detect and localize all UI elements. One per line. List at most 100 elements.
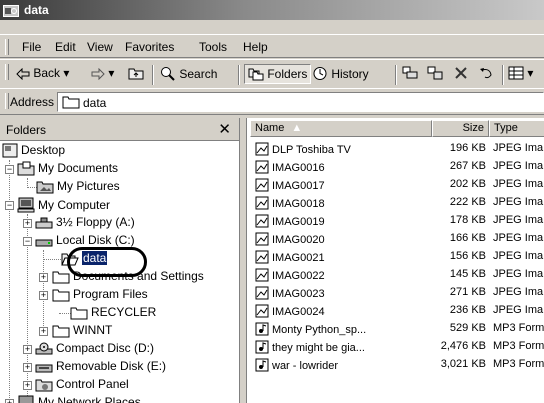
history-label: History xyxy=(331,67,369,81)
menu-tools[interactable]: Tools xyxy=(199,40,227,54)
image-file-icon xyxy=(255,286,272,300)
file-size: 267 KB xyxy=(449,160,486,172)
views-button[interactable]: ▾ xyxy=(508,66,533,84)
toolbar-grip[interactable] xyxy=(5,64,9,80)
network-places-icon xyxy=(17,395,38,403)
forward-button[interactable]: ▾ xyxy=(91,66,114,84)
file-size: 222 KB xyxy=(449,196,486,208)
folders-icon xyxy=(248,67,264,81)
tree-label: My Network Places xyxy=(38,395,141,403)
tree-label: Control Panel xyxy=(56,377,129,391)
expand-toggle[interactable]: + xyxy=(39,327,48,336)
menu-view[interactable]: View xyxy=(87,40,113,54)
expand-toggle[interactable]: + xyxy=(23,363,32,372)
collapse-toggle[interactable]: − xyxy=(5,201,14,210)
file-row[interactable]: IMAG0022 145 KB JPEG Ima xyxy=(247,266,544,284)
back-button[interactable]: Back ▾ xyxy=(16,66,69,84)
tree-item-my-computer[interactable]: My Computer xyxy=(17,197,110,215)
image-file-icon xyxy=(255,232,272,246)
tree-item-recycler[interactable]: RECYCLER xyxy=(70,305,156,323)
address-bar: Address data xyxy=(0,88,544,115)
search-button[interactable]: Search xyxy=(160,66,217,84)
expand-toggle[interactable]: + xyxy=(39,273,48,282)
close-pane-icon[interactable]: ✕ xyxy=(218,120,231,138)
file-row[interactable]: IMAG0020 166 KB JPEG Ima xyxy=(247,230,544,248)
menubar-grip[interactable] xyxy=(5,39,9,55)
tree-item-removable-disk[interactable]: Removable Disk (E:) xyxy=(35,359,166,377)
folders-pane[interactable]: Folders ✕ Desktop − My Documents My Pict… xyxy=(0,118,240,403)
expand-toggle[interactable]: + xyxy=(39,291,48,300)
file-row[interactable]: IMAG0017 202 KB JPEG Ima xyxy=(247,176,544,194)
file-row[interactable]: IMAG0023 271 KB JPEG Ima xyxy=(247,284,544,302)
removable-drive-icon xyxy=(35,359,56,373)
tree-item-program-files[interactable]: Program Files xyxy=(52,287,148,305)
folders-button[interactable]: Folders xyxy=(244,64,312,84)
file-type: JPEG Ima xyxy=(493,286,544,298)
up-folder-button[interactable] xyxy=(128,66,144,84)
expand-toggle[interactable]: + xyxy=(23,219,32,228)
tree-label: Program Files xyxy=(73,287,148,301)
tree-item-winnt[interactable]: WINNT xyxy=(52,323,112,341)
file-name: war - lowrider xyxy=(255,358,338,372)
file-row[interactable]: IMAG0021 156 KB JPEG Ima xyxy=(247,248,544,266)
expand-toggle[interactable]: + xyxy=(23,381,32,390)
undo-button[interactable] xyxy=(478,66,494,84)
tree-item-control-panel[interactable]: Control Panel xyxy=(35,377,129,395)
file-size: 2,476 KB xyxy=(440,340,486,352)
hard-drive-icon xyxy=(35,233,56,247)
copy-to-button[interactable] xyxy=(427,66,443,84)
file-list-pane[interactable]: Name ▲ Size Type DLP Toshiba TV 196 KB JPE… xyxy=(246,118,544,403)
menu-favorites[interactable]: Favorites xyxy=(125,40,174,54)
back-label: Back xyxy=(33,66,61,80)
views-dropdown-icon[interactable]: ▾ xyxy=(527,66,533,80)
file-name-text: IMAG0016 xyxy=(272,162,325,174)
menu-file[interactable]: File xyxy=(22,40,41,54)
file-row[interactable]: IMAG0024 236 KB JPEG Ima xyxy=(247,302,544,320)
menu-help[interactable]: Help xyxy=(243,40,268,54)
address-input[interactable]: data xyxy=(57,92,544,112)
history-button[interactable]: History xyxy=(312,66,369,84)
highlight-circle-annotation xyxy=(67,247,147,277)
file-name-text: IMAG0019 xyxy=(272,216,325,228)
back-dropdown-icon[interactable]: ▾ xyxy=(63,66,69,80)
file-name-text: DLP Toshiba TV xyxy=(272,144,351,156)
file-type: JPEG Ima xyxy=(493,160,544,172)
tree-item-my-network-places[interactable]: My Network Places xyxy=(17,395,141,403)
file-type: JPEG Ima xyxy=(493,142,544,154)
column-header-name[interactable]: Name ▲ xyxy=(250,120,432,137)
menu-edit[interactable]: Edit xyxy=(55,40,76,54)
tree-item-my-pictures[interactable]: My Pictures xyxy=(36,179,120,197)
file-row[interactable]: they might be gia... 2,476 KB MP3 Form xyxy=(247,338,544,356)
file-row[interactable]: Monty Python_sp... 529 KB MP3 Form xyxy=(247,320,544,338)
file-row[interactable]: IMAG0016 267 KB JPEG Ima xyxy=(247,158,544,176)
forward-dropdown-icon[interactable]: ▾ xyxy=(108,66,114,80)
tree-label: My Documents xyxy=(38,161,119,175)
image-file-icon xyxy=(255,160,272,174)
tree-item-desktop[interactable]: Desktop xyxy=(2,143,65,161)
move-to-button[interactable] xyxy=(402,66,418,84)
standard-toolbar: Back ▾ ▾ Search Folders History ▾ xyxy=(0,59,544,89)
file-row[interactable]: war - lowrider 3,021 KB MP3 Form xyxy=(247,356,544,374)
window-title: data xyxy=(24,3,49,17)
expand-toggle[interactable]: + xyxy=(5,399,14,403)
tree-item-floppy[interactable]: 3½ Floppy (A:) xyxy=(35,215,135,233)
file-name-text: they might be gia... xyxy=(272,342,365,354)
address-value: data xyxy=(83,96,107,110)
file-row[interactable]: IMAG0018 222 KB JPEG Ima xyxy=(247,194,544,212)
collapse-toggle[interactable]: − xyxy=(5,165,14,174)
expand-toggle[interactable]: + xyxy=(23,345,32,354)
file-row[interactable]: DLP Toshiba TV 196 KB JPEG Ima xyxy=(247,140,544,158)
delete-button[interactable] xyxy=(454,66,468,84)
file-row[interactable]: IMAG0019 178 KB JPEG Ima xyxy=(247,212,544,230)
folders-pane-header: Folders ✕ xyxy=(0,118,239,141)
search-label: Search xyxy=(179,67,218,81)
image-file-icon xyxy=(255,196,272,210)
tree-item-compact-disc[interactable]: Compact Disc (D:) xyxy=(35,341,154,359)
tree-item-my-documents[interactable]: My Documents xyxy=(17,161,118,179)
address-label: Address xyxy=(10,95,55,109)
addressbar-grip[interactable] xyxy=(5,93,9,109)
column-header-type[interactable]: Type xyxy=(489,120,544,137)
folder-icon xyxy=(52,287,73,302)
column-header-size[interactable]: Size xyxy=(432,120,489,137)
collapse-toggle[interactable]: − xyxy=(23,237,32,246)
